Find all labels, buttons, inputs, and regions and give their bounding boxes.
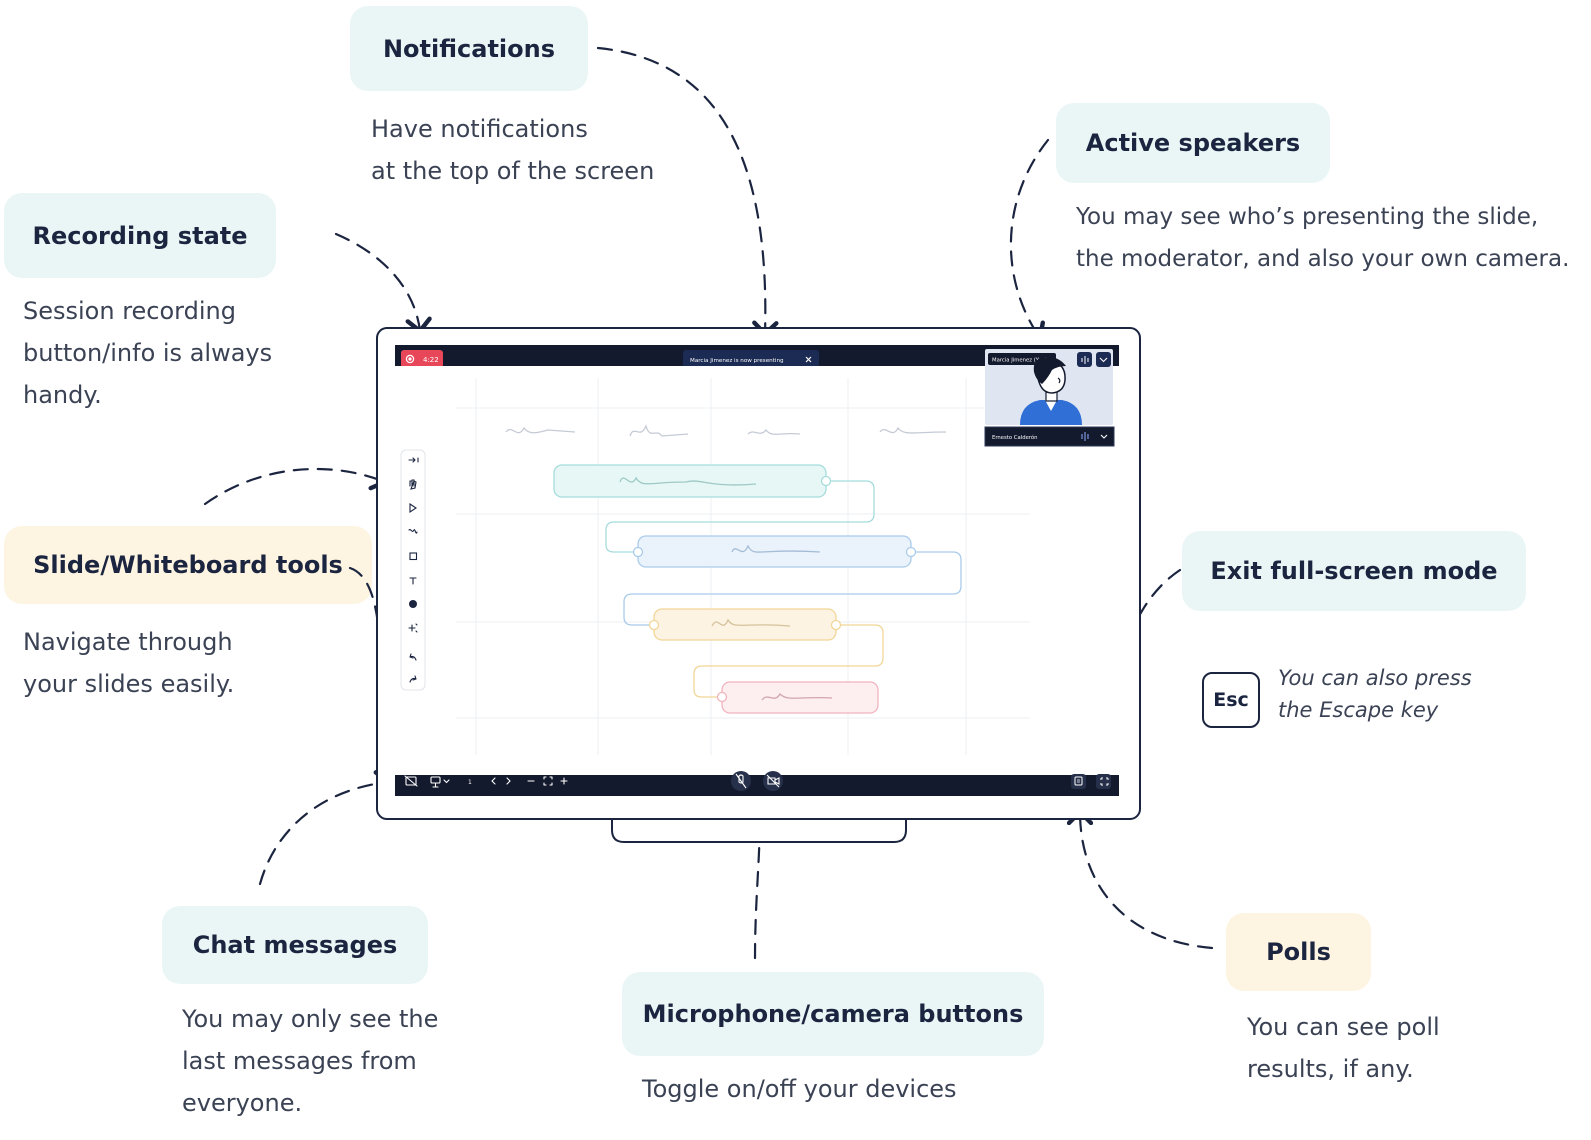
arrow-tools-top xyxy=(203,465,388,506)
flow-node-2 xyxy=(632,535,917,568)
arrow-notifications xyxy=(596,46,779,338)
color-icon[interactable] xyxy=(409,600,417,608)
exit-fullscreen-icon[interactable] xyxy=(1096,774,1111,789)
bottom-bar xyxy=(395,775,1119,796)
poll-icon[interactable] xyxy=(1071,774,1086,789)
page-indicator: 1 xyxy=(468,779,472,786)
screen-illustration: 4:22 Marcia Jimenez is now presenting Ma… xyxy=(203,46,1214,960)
arrow-chat xyxy=(258,770,392,886)
flow-node-1 xyxy=(553,464,832,498)
arrow-recording xyxy=(334,232,432,335)
recording-time: 4:22 xyxy=(423,356,439,364)
notification-toast-text: Marcia Jimenez is now presenting xyxy=(690,358,784,364)
flow-node-3 xyxy=(648,608,842,641)
camera-other-label: Ernesto Calderón xyxy=(992,434,1038,441)
arrow-speakers xyxy=(1009,138,1050,341)
flow-node-4 xyxy=(716,681,879,714)
laptop-stand xyxy=(611,820,907,843)
arrow-polls xyxy=(1066,808,1214,950)
tools-toolbar xyxy=(400,449,426,691)
camera-menu-button[interactable] xyxy=(1096,352,1111,367)
